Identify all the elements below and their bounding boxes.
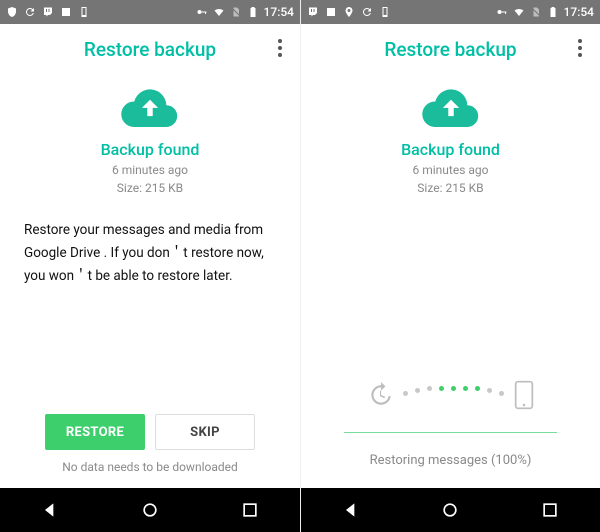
download-footnote: No data needs to be downloaded [62,460,238,474]
twitch-icon [42,6,54,18]
status-bar: 17:54 [0,0,300,24]
restore-description: Restore your messages and media from Goo… [24,219,276,288]
page-title: Restore backup [84,38,216,61]
phone-icon [514,380,534,414]
screen-restoring-progress: 17:54 Restore backup Backup found 6 minu… [300,0,600,532]
progress-divider [344,432,557,433]
backup-size: Size: 215 KB [413,179,489,197]
battery-icon [247,6,259,18]
twitch-icon [307,6,319,18]
device-icon [78,6,90,18]
overflow-menu-button[interactable] [568,36,592,60]
backup-found-heading: Backup found [401,140,500,159]
content-area: Backup found 6 minutes ago Size: 215 KB … [0,74,300,488]
backup-age: 6 minutes ago [413,161,489,179]
vpn-key-icon [496,6,508,18]
cloud-upload-icon [421,86,481,128]
page-title: Restore backup [384,38,516,61]
progress-label: Restoring messages (100%) [370,453,532,468]
sync-icon [361,6,373,18]
battery-icon [547,6,559,18]
sync-icon [24,6,36,18]
nav-recent-button[interactable] [230,490,270,530]
wifi-icon [513,6,525,18]
cloud-upload-icon [120,86,180,128]
skip-button[interactable]: SKIP [155,414,255,450]
nav-home-button[interactable] [430,490,470,530]
image-icon [325,6,337,18]
no-sim-icon [530,6,542,18]
app-bar: Restore backup [0,24,300,74]
shield-icon [6,6,18,18]
nav-bar [301,488,600,532]
device-icon [379,6,391,18]
no-sim-icon [230,6,242,18]
location-icon [343,6,355,18]
nav-recent-button[interactable] [530,490,570,530]
backup-meta: 6 minutes ago Size: 215 KB [112,161,188,197]
backup-meta: 6 minutes ago Size: 215 KB [413,161,489,197]
button-row: RESTORE SKIP [45,414,255,450]
nav-bar [0,488,300,532]
progress-animation [325,380,576,414]
backup-age: 6 minutes ago [112,161,188,179]
content-area: Backup found 6 minutes ago Size: 215 KB [301,74,600,488]
nav-home-button[interactable] [130,490,170,530]
image-icon [60,6,72,18]
nav-back-button[interactable] [30,490,70,530]
overflow-menu-button[interactable] [268,36,292,60]
restore-button[interactable]: RESTORE [45,414,145,450]
history-icon [367,382,393,412]
screen-restore-prompt: 17:54 Restore backup Backup found 6 minu… [0,0,300,532]
status-time: 17:54 [564,5,594,19]
app-bar: Restore backup [301,24,600,74]
vpn-key-icon [196,6,208,18]
progress-dots [403,391,504,396]
status-time: 17:54 [264,5,294,19]
status-bar: 17:54 [301,0,600,24]
nav-back-button[interactable] [331,490,371,530]
backup-found-heading: Backup found [101,140,200,159]
wifi-icon [213,6,225,18]
backup-size: Size: 215 KB [112,179,188,197]
